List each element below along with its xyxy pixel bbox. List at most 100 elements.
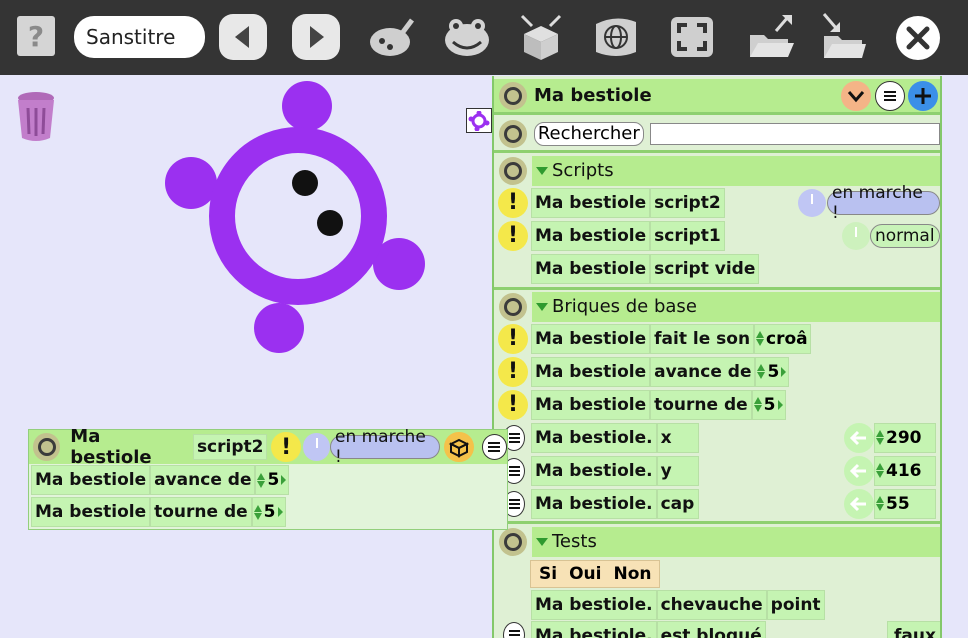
menu-icon[interactable] (503, 622, 525, 638)
left-arrow-icon[interactable] (844, 455, 874, 486)
brick-verb: avance de (650, 356, 756, 387)
property-name: cap (656, 488, 699, 519)
script-ring-button[interactable] (33, 433, 61, 461)
stop-button[interactable] (444, 432, 474, 462)
left-arrow-icon[interactable] (844, 488, 874, 519)
search-row: Rechercher (494, 117, 940, 150)
previous-button[interactable] (219, 14, 267, 60)
warning-icon[interactable]: ! (498, 187, 528, 218)
number-value[interactable]: 5 (751, 389, 786, 420)
save-button[interactable] (818, 13, 868, 60)
search-ring-button[interactable] (499, 119, 527, 148)
script-status[interactable]: en marche ! (329, 427, 441, 467)
number-value[interactable]: 416 (874, 455, 936, 486)
value-text: croâ (766, 328, 808, 349)
collapse-button[interactable] (841, 80, 871, 111)
object-label: Ma bestiole (31, 497, 151, 527)
brick-row[interactable]: ! Ma bestiole avance de 5 (494, 355, 940, 388)
tests-ring-button[interactable] (499, 527, 527, 556)
divider (494, 150, 940, 153)
search-input[interactable] (649, 122, 940, 145)
import-box-button[interactable] (516, 14, 566, 60)
number-value[interactable]: 5 (755, 356, 790, 387)
close-button[interactable] (896, 16, 940, 60)
brick-verb: tourne de (650, 389, 752, 420)
number-value[interactable]: 5 (251, 497, 286, 527)
object-thumbnail[interactable] (466, 108, 492, 133)
open-button[interactable] (746, 14, 796, 60)
ring-icon (503, 124, 522, 143)
warning-icon[interactable]: ! (498, 356, 528, 387)
script-menu-button[interactable] (481, 434, 507, 460)
test-row[interactable]: Ma bestiole. est bloqué faux (494, 621, 940, 638)
create-object-button[interactable] (442, 14, 492, 60)
trash-button[interactable] (14, 88, 58, 144)
test-value[interactable]: faux (887, 621, 940, 638)
next-button[interactable] (292, 14, 340, 60)
paint-button[interactable] (368, 14, 418, 60)
value-text: 5 (763, 394, 776, 415)
number-value[interactable]: 55 (874, 488, 936, 519)
divider (494, 112, 940, 115)
script-row[interactable]: ! Ma bestiole script1 normal (494, 219, 940, 252)
brick-verb: avance de (150, 465, 256, 495)
creature-thumbnail-icon (468, 110, 490, 131)
script-line[interactable]: Ma bestiole tourne de 5 (31, 497, 286, 527)
scripts-ring-button[interactable] (499, 156, 527, 185)
object-panel: Ma bestiole Rechercher Scripts ! Ma best… (492, 76, 942, 638)
if-block[interactable]: Si Oui Non (530, 559, 661, 588)
updown-icon (757, 364, 766, 379)
warning-icon[interactable]: ! (498, 323, 528, 354)
brick-row[interactable]: ! Ma bestiole tourne de 5 (494, 388, 940, 421)
sound-value[interactable]: croâ (754, 323, 811, 354)
triangle-down-icon (536, 166, 548, 175)
brick-row[interactable]: ! Ma bestiole fait le son croâ (494, 322, 940, 355)
scripts-toggle[interactable]: Scripts (532, 155, 940, 186)
object-label: Ma bestiole (531, 253, 651, 284)
value-text: 416 (886, 460, 922, 481)
test-verb: chevauche (656, 589, 767, 620)
clock-icon (302, 433, 330, 461)
script-row[interactable]: Ma bestiole script vide (494, 252, 940, 285)
tests-section-header: Tests (494, 525, 940, 558)
fullscreen-button[interactable] (668, 14, 716, 60)
basics-toggle[interactable]: Briques de base (532, 291, 940, 322)
triangle-down-icon (536, 302, 548, 311)
close-icon (906, 26, 930, 50)
updown-icon (753, 397, 762, 412)
if-brick-row[interactable]: Si Oui Non (494, 557, 940, 590)
test-argument: point (766, 589, 825, 620)
search-label[interactable]: Rechercher (533, 121, 644, 146)
script-status[interactable]: normal (870, 223, 940, 248)
warning-icon[interactable]: ! (271, 432, 301, 462)
left-arrow-icon[interactable] (844, 422, 874, 453)
box-icon (448, 438, 470, 458)
number-value[interactable]: 290 (874, 422, 936, 453)
tests-toggle[interactable]: Tests (532, 526, 940, 557)
add-button[interactable] (908, 80, 938, 111)
script-status[interactable]: en marche ! (827, 183, 940, 223)
property-row[interactable]: Ma bestiole. x 290 (494, 421, 940, 454)
property-row[interactable]: Ma bestiole. cap 55 (494, 487, 940, 520)
project-title-field[interactable]: Sanstitre (74, 16, 205, 58)
property-row[interactable]: Ma bestiole. y 416 (494, 454, 940, 487)
object-label: Ma bestiole. (531, 455, 657, 486)
warning-icon[interactable]: ! (498, 389, 528, 420)
fullscreen-icon (671, 17, 713, 57)
web-button[interactable] (590, 14, 642, 60)
test-row[interactable]: Ma bestiole. chevauche point (494, 588, 940, 621)
warning-icon[interactable]: ! (498, 220, 528, 251)
script-window[interactable]: Ma bestiole script2 ! en marche ! Ma bes… (28, 426, 508, 530)
object-ring-button[interactable] (499, 81, 527, 110)
panel-menu-button[interactable] (875, 80, 905, 111)
script-line[interactable]: Ma bestiole avance de 5 (31, 465, 290, 495)
script-row[interactable]: ! Ma bestiole script2 en marche ! (494, 183, 940, 223)
creature-sprite[interactable] (160, 80, 430, 360)
updown-icon (257, 472, 266, 488)
basics-ring-button[interactable] (499, 292, 527, 321)
help-button[interactable]: ? (17, 16, 55, 56)
ring-icon (504, 161, 522, 180)
number-value[interactable]: 5 (255, 465, 290, 495)
object-label: Ma bestiole. (531, 422, 657, 453)
if-label: Si (539, 563, 558, 584)
